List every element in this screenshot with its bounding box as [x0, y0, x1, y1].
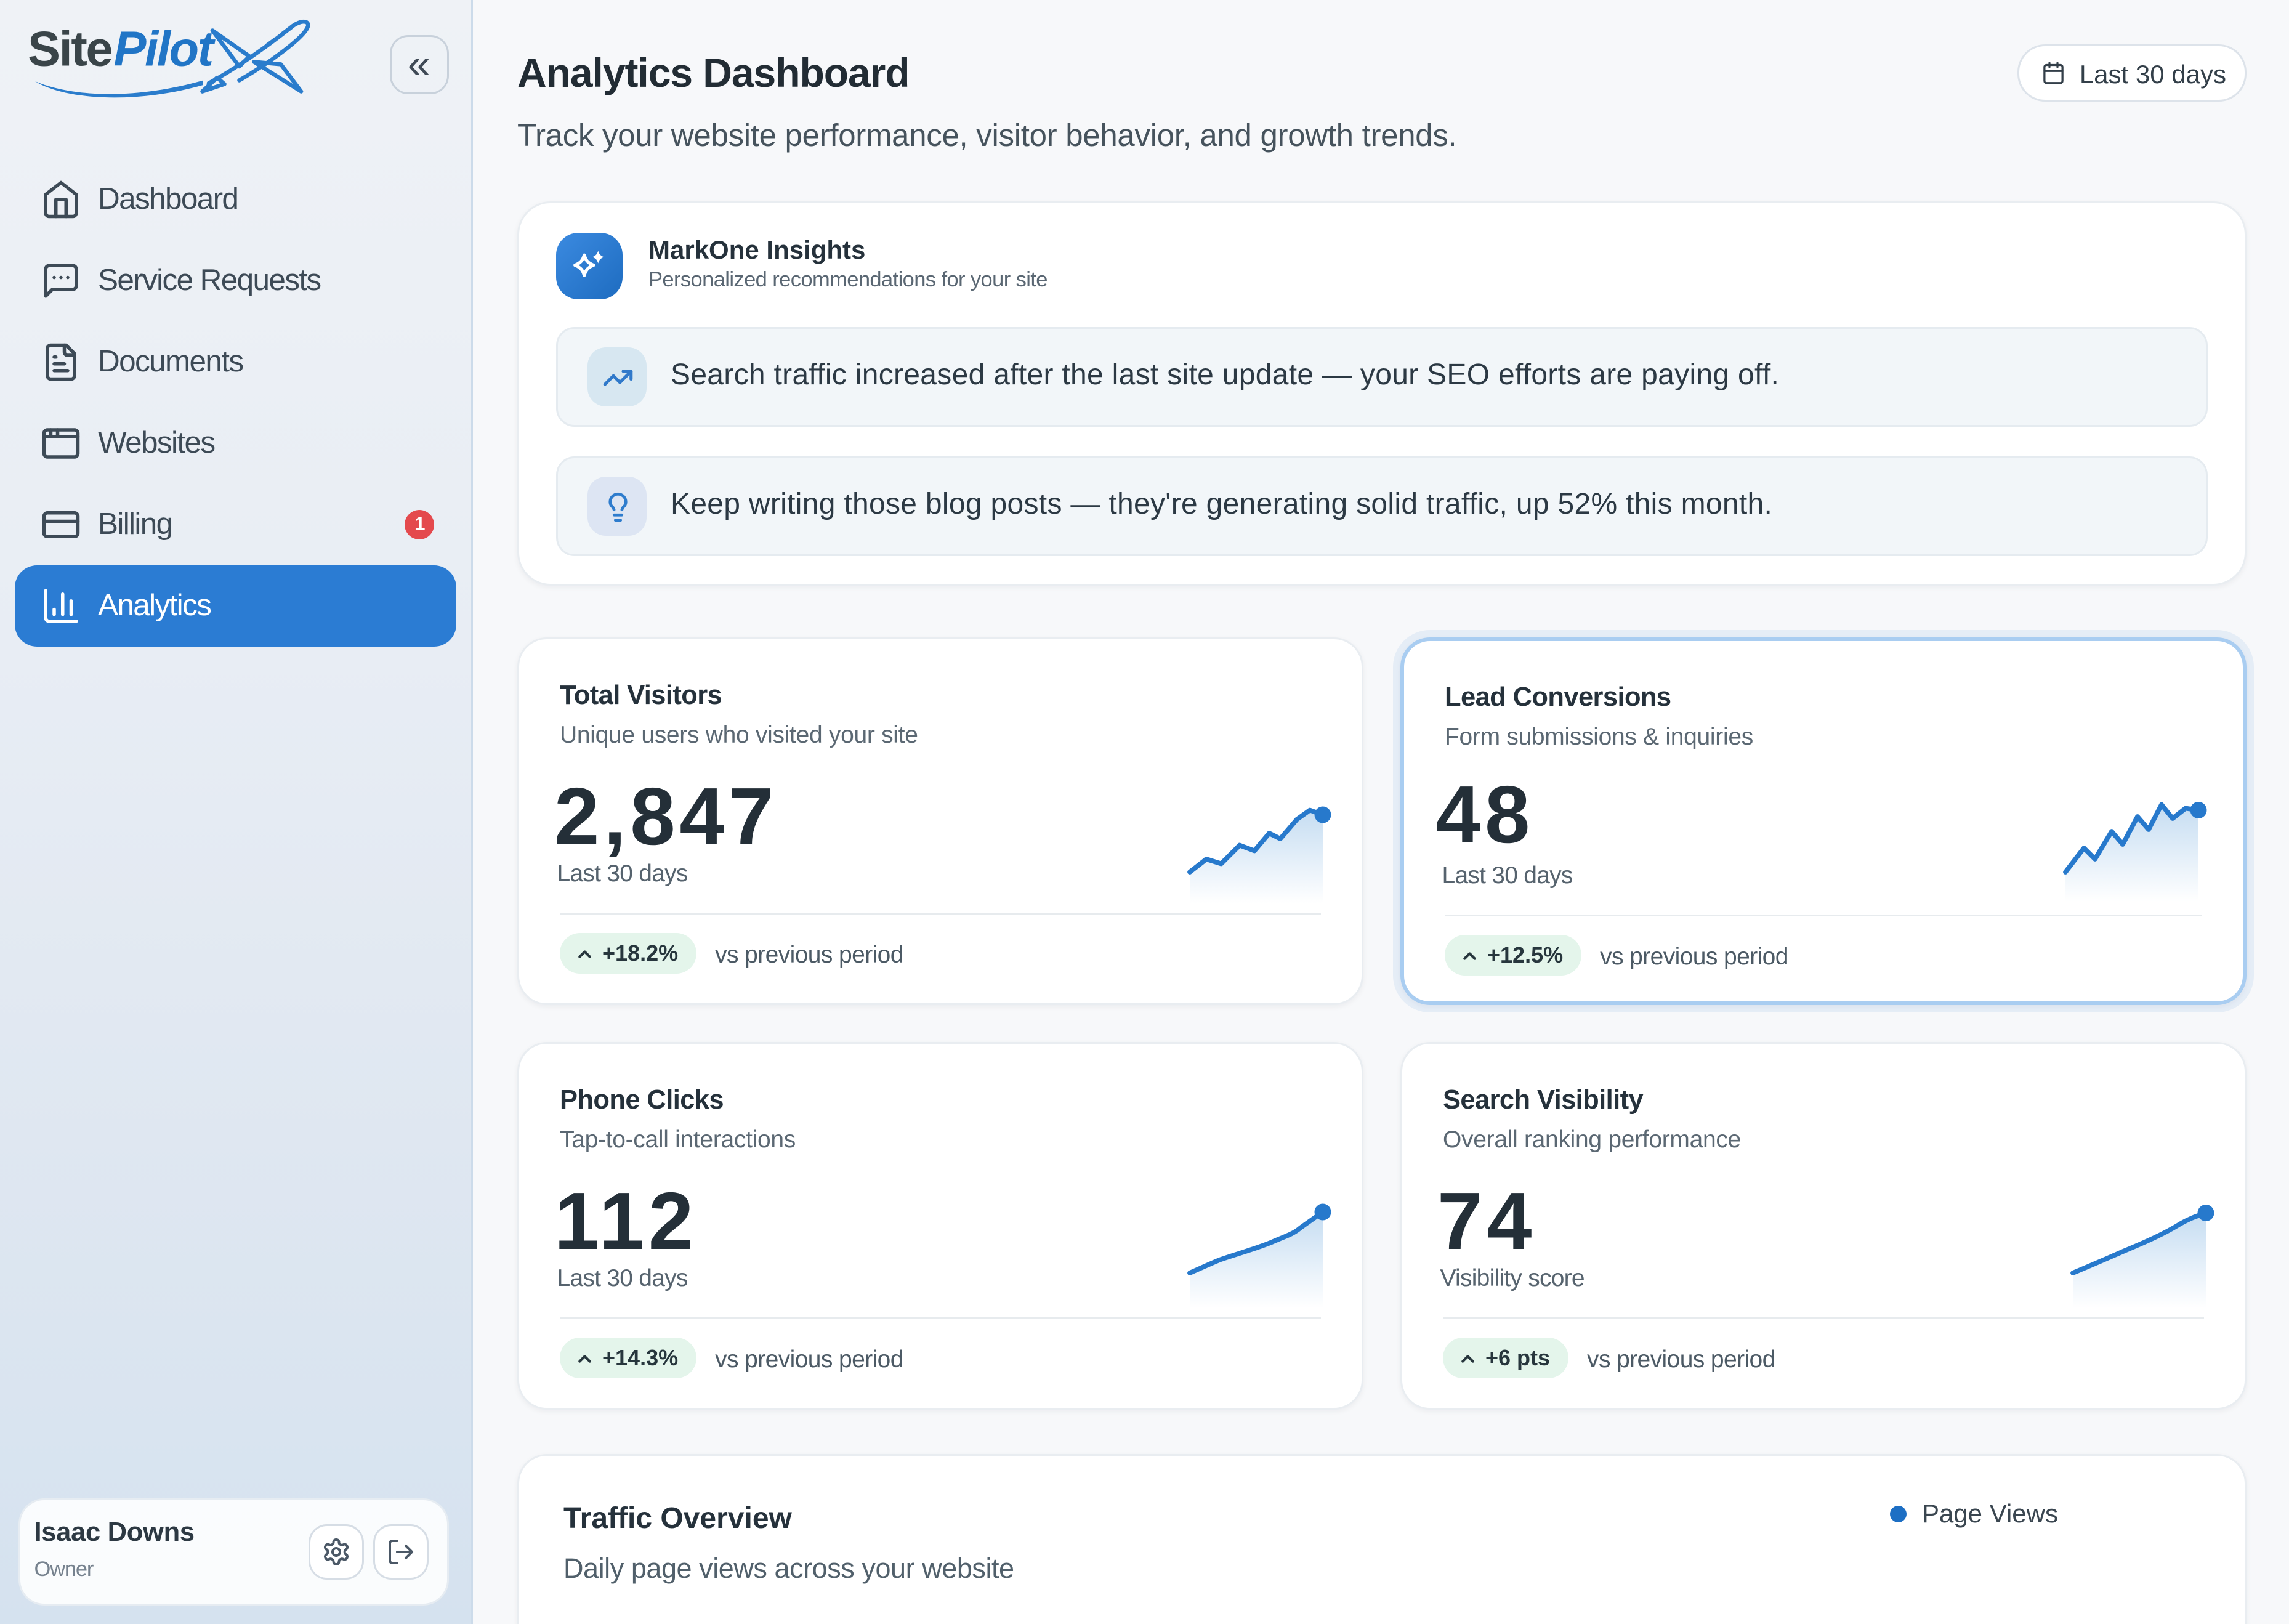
- svg-text:Pilot: Pilot: [114, 22, 216, 76]
- svg-text:Site: Site: [28, 22, 111, 76]
